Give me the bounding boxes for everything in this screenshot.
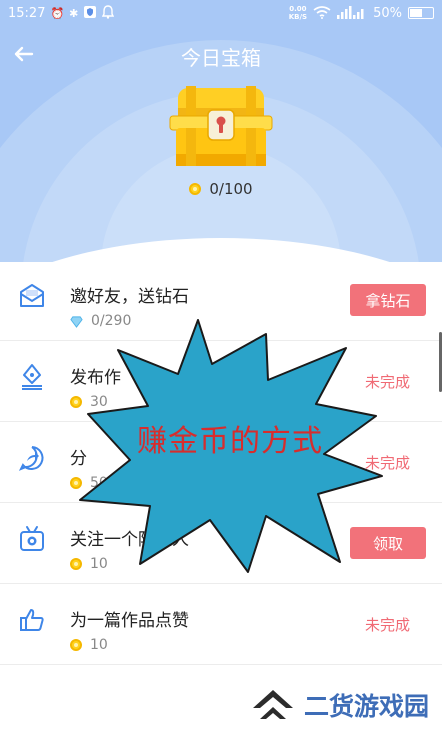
envelope-icon xyxy=(18,282,46,310)
overlay-caption: 赚金币的方式 xyxy=(137,424,323,459)
watermark: 二货游戏园 xyxy=(250,684,440,726)
battery-percent: 50% xyxy=(373,5,402,21)
task-title: 为一篇作品点赞 xyxy=(70,611,189,631)
coin-progress: 0/100 xyxy=(0,180,442,198)
wifi-icon xyxy=(313,5,331,21)
task-reward: 10 xyxy=(70,637,108,653)
shield-icon xyxy=(83,5,97,21)
watermark-text: 二货游戏园 xyxy=(304,692,430,721)
status-time: 15:27 xyxy=(8,5,46,21)
coin-icon xyxy=(189,183,202,195)
nav-bar: 今日宝箱 xyxy=(0,38,442,72)
tv-follow-icon xyxy=(18,525,46,553)
thumbs-up-icon xyxy=(18,606,46,634)
coin-icon xyxy=(70,639,82,651)
treasure-chest-icon[interactable] xyxy=(166,82,276,172)
coin-progress-text: 0/100 xyxy=(209,180,253,198)
notification-bell-icon xyxy=(102,5,115,21)
pen-icon xyxy=(18,363,46,391)
task-title: 邀好友，送钻石 xyxy=(70,287,189,307)
incomplete-status: 未完成 xyxy=(364,616,410,634)
alarm-icon: ⏰ xyxy=(50,6,65,20)
status-bar: 15:27 ⏰ ✱ 0.00 KB/S 50% xyxy=(0,0,442,26)
bluetooth-icon: ✱ xyxy=(69,6,79,20)
page-title: 今日宝箱 xyxy=(181,46,261,70)
signal-icon xyxy=(337,5,367,21)
task-row-like: 为一篇作品点赞 10 未完成 xyxy=(0,584,442,665)
share-icon xyxy=(18,444,46,472)
battery-icon xyxy=(408,7,434,19)
watermark-logo xyxy=(253,690,293,719)
net-speed: 0.00 KB/S xyxy=(288,5,308,21)
